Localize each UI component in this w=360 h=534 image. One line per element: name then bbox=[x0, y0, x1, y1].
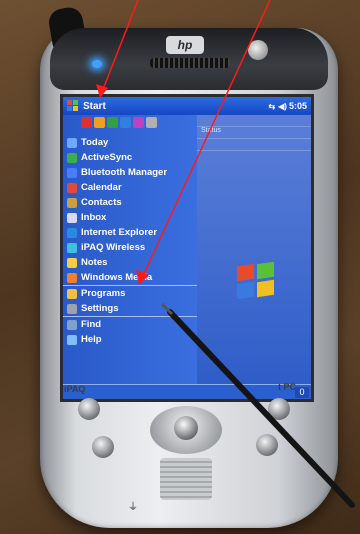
arrow-to-start bbox=[96, 0, 139, 98]
arrow-to-programs bbox=[136, 0, 271, 285]
stylus-tip bbox=[160, 302, 174, 316]
stylus bbox=[167, 309, 355, 508]
annotation-overlay bbox=[96, 0, 355, 508]
